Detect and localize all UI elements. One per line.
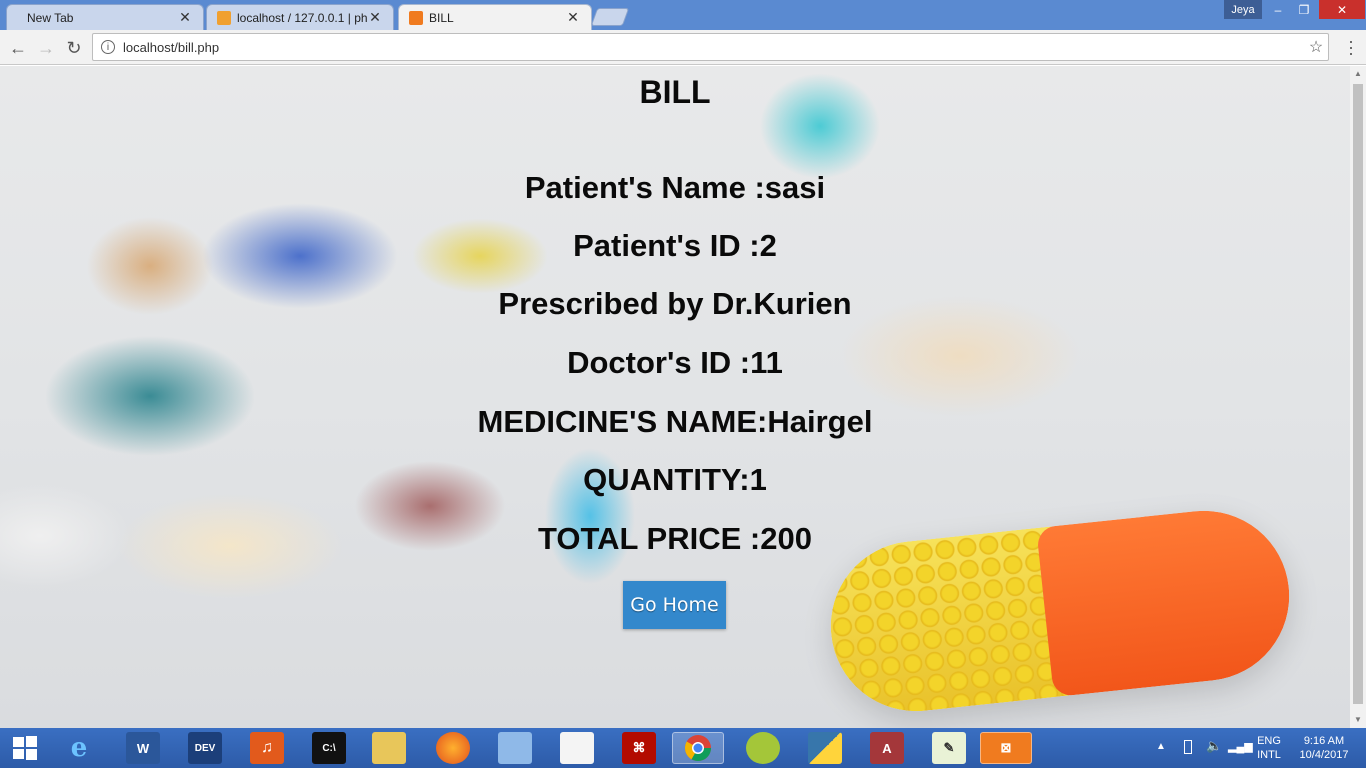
phpmyadmin-icon [217,10,231,25]
explorer-icon[interactable] [372,732,406,764]
close-icon[interactable]: ✕ [565,9,581,26]
tab-title: localhost / 127.0.0.1 | php [237,10,367,25]
address-bar[interactable]: i localhost/bill.php ☆ [92,33,1329,61]
access-icon[interactable]: A [870,732,904,764]
lang-bottom: INTL [1257,749,1281,761]
media-icon[interactable]: ♫ [250,732,284,764]
browser-title-bar: New Tab ✕ localhost / 127.0.0.1 | php ✕ … [0,0,1366,30]
go-home-button[interactable]: Go Home [623,581,726,629]
restore-icon[interactable]: ❐ [1291,0,1317,19]
tab-title: New Tab [27,10,74,25]
browser-toolbar: ← → ↻ i localhost/bill.php ☆ · · · [0,30,1366,65]
android-studio-icon[interactable] [746,732,780,764]
xampp-icon[interactable]: ⊠ [980,732,1032,764]
chrome-icon[interactable] [672,732,724,764]
quantity: QUANTITY:1 [583,462,767,497]
close-window-icon[interactable]: ✕ [1319,0,1365,19]
prescribed-by: Prescribed by Dr.Kurien [498,286,852,321]
scroll-thumb[interactable] [1353,84,1363,704]
windows-taskbar: e W DEV ♫ C:\ ⌘ A ✎ ⊠ ▲ 🔈 ▂▄▆ ENG INTL 9… [0,728,1366,768]
windows-start-icon[interactable] [8,732,42,764]
devcpp-icon[interactable]: DEV [188,732,222,764]
clock-date: 10/4/2017 [1299,749,1349,761]
tab-title: BILL [429,10,454,25]
ie-icon[interactable]: e [62,732,96,764]
tab-new-tab[interactable]: New Tab ✕ [6,4,204,30]
lang-top: ENG [1257,735,1281,747]
close-icon[interactable]: ✕ [177,9,193,26]
doctor-id: Doctor's ID :11 [567,345,783,380]
profile-badge[interactable]: Jeya [1224,0,1262,19]
menu-icon[interactable]: · · · [1348,32,1356,62]
tab-phpmyadmin[interactable]: localhost / 127.0.0.1 | php ✕ [206,4,394,30]
xampp-icon [409,10,423,25]
close-icon[interactable]: ✕ [367,9,383,26]
page-content: BILL Patient's Name :sasi Patient's ID :… [0,66,1350,728]
patient-id: Patient's ID :2 [573,228,777,263]
page-title: BILL [639,74,711,110]
bookmark-star-icon[interactable]: ☆ [1304,37,1328,57]
url-text[interactable]: localhost/bill.php [123,40,1304,55]
language-indicator[interactable]: ENG INTL [1255,734,1283,762]
total-price: TOTAL PRICE :200 [538,521,812,556]
cmd-icon[interactable]: C:\ [312,732,346,764]
volume-icon[interactable]: 🔈 [1206,738,1222,754]
python-icon[interactable] [808,732,842,764]
clock[interactable]: 9:16 AM 10/4/2017 [1294,734,1354,762]
back-arrow-icon[interactable]: ← [6,36,30,60]
scroll-down-icon[interactable]: ▼ [1350,712,1366,728]
network-icon[interactable]: ▂▄▆ [1228,740,1253,753]
notepad-icon[interactable] [498,732,532,764]
clock-time: 9:16 AM [1303,735,1345,747]
tray-expand-icon[interactable]: ▲ [1156,741,1166,752]
document-icon[interactable] [560,732,594,764]
editor-icon[interactable]: ✎ [932,732,966,764]
patient-name: Patient's Name :sasi [524,170,826,205]
tab-bill[interactable]: BILL ✕ [398,4,592,30]
scroll-up-icon[interactable]: ▲ [1350,66,1366,82]
forward-arrow-icon[interactable]: → [34,36,58,60]
minimize-icon[interactable]: – [1265,0,1291,19]
vertical-scrollbar[interactable]: ▲ ▼ [1350,66,1366,728]
firefox-icon[interactable] [436,732,470,764]
info-icon[interactable]: i [101,40,115,54]
reload-icon[interactable]: ↻ [62,36,86,60]
pdf-icon[interactable]: ⌘ [622,732,656,764]
word-icon[interactable]: W [126,732,160,764]
new-tab-button[interactable] [590,8,630,26]
medicine-name: MEDICINE'S NAME:Hairgel [477,404,873,439]
battery-icon[interactable] [1184,740,1192,754]
